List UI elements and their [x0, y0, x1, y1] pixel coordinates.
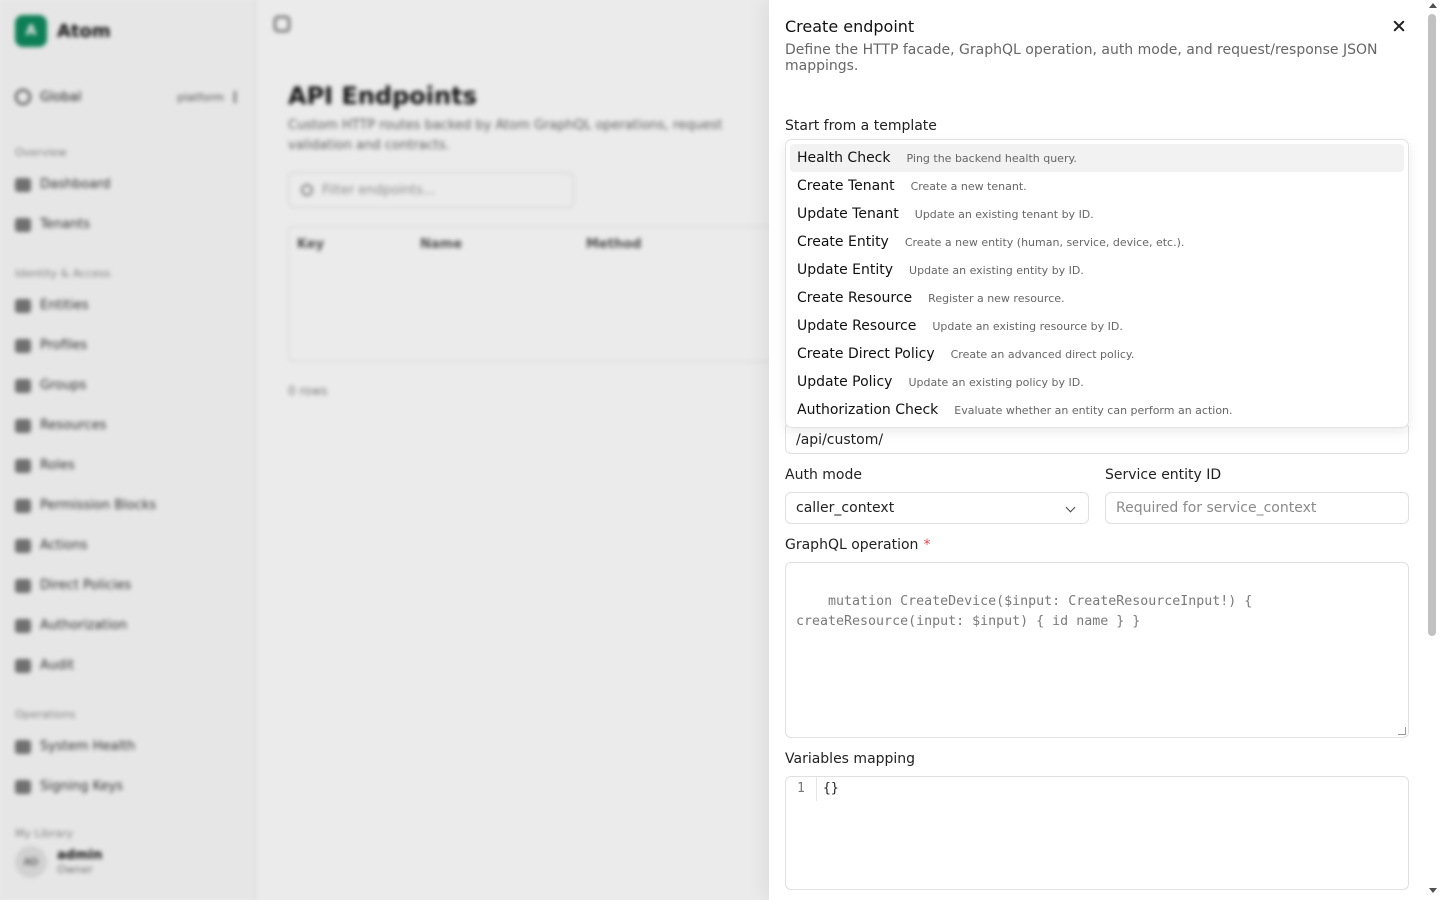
auth-mode-label: Auth mode	[785, 467, 862, 483]
variables-mapping-label: Variables mapping	[785, 751, 916, 767]
template-option[interactable]: Create Entity Create a new entity (human,…	[790, 228, 1404, 256]
variables-mapping-value: {}	[823, 781, 839, 796]
template-option[interactable]: Create Resource Register a new resource.	[790, 284, 1404, 312]
template-option[interactable]: Create Tenant Create a new tenant.	[790, 172, 1404, 200]
template-option[interactable]: Health Check Ping the backend health quer…	[790, 144, 1404, 172]
template-label: Start from a template	[785, 118, 937, 134]
resize-handle-icon[interactable]	[1398, 727, 1406, 735]
required-indicator: *	[923, 537, 931, 553]
gutter-divider	[816, 777, 817, 801]
template-option[interactable]: Authorization Check Evaluate whether an e…	[790, 396, 1404, 424]
auth-mode-value: caller_context	[796, 500, 895, 516]
template-option[interactable]: Update Tenant Update an existing tenant b…	[790, 200, 1404, 228]
template-option[interactable]: Update Resource Update an existing resour…	[790, 312, 1404, 340]
scroll-up-arrow-icon[interactable]	[1429, 3, 1437, 8]
create-endpoint-sheet: Create endpoint Define the HTTP facade, …	[769, 0, 1440, 900]
path-value: /api/custom/	[796, 432, 884, 448]
variables-mapping-editor[interactable]: 1 {}	[785, 776, 1409, 890]
line-number: 1	[797, 781, 805, 796]
graphql-operation-textarea[interactable]: mutation CreateDevice($input: CreateReso…	[785, 562, 1409, 738]
sheet-description: Define the HTTP facade, GraphQL operatio…	[785, 42, 1378, 74]
graphql-placeholder: mutation CreateDevice($input: CreateReso…	[796, 594, 1253, 629]
scroll-down-arrow-icon[interactable]	[1429, 888, 1437, 893]
service-entity-label: Service entity ID	[1105, 467, 1222, 483]
close-icon[interactable]	[1389, 16, 1409, 36]
service-entity-input[interactable]: Required for service_context	[1105, 492, 1409, 524]
auth-mode-select[interactable]: caller_context	[785, 492, 1089, 524]
service-entity-placeholder: Required for service_context	[1116, 500, 1317, 516]
scrollbar-thumb[interactable]	[1428, 14, 1436, 636]
graphql-operation-label: GraphQL operation *	[785, 537, 931, 553]
template-option[interactable]: Create Direct Policy Create an advanced d…	[790, 340, 1404, 368]
template-option[interactable]: Update Entity Update an existing entity b…	[790, 256, 1404, 284]
chevron-down-icon	[1065, 502, 1076, 513]
template-dropdown: Health Check Ping the backend health quer…	[785, 139, 1409, 428]
template-option[interactable]: Update Policy Update an existing policy b…	[790, 368, 1404, 396]
sheet-title: Create endpoint	[785, 17, 915, 36]
line-gutter: 1	[786, 777, 816, 889]
